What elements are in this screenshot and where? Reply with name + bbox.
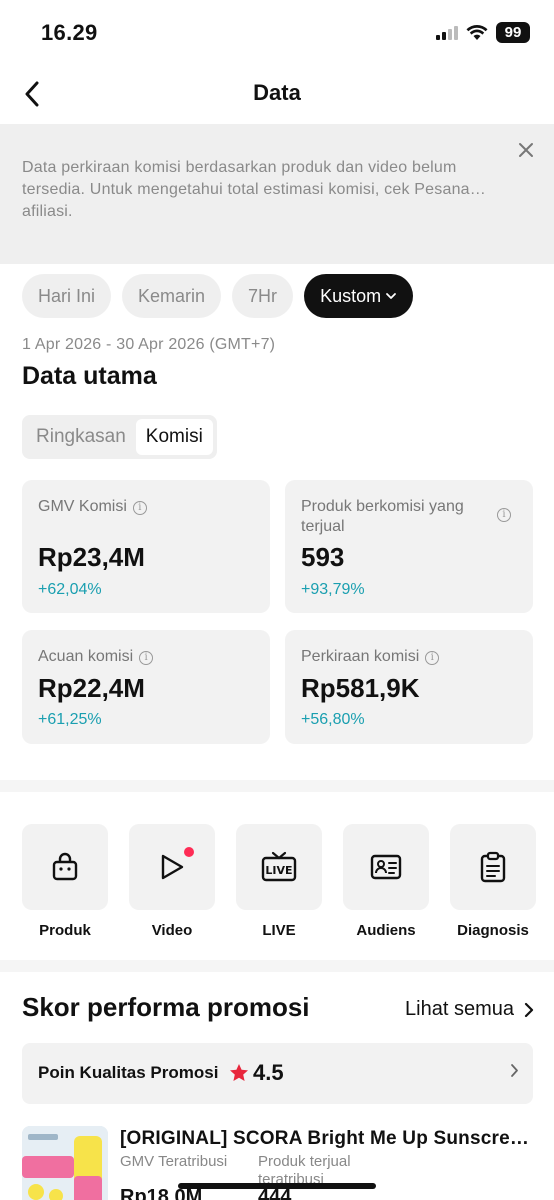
page-title: Data [253, 80, 301, 105]
shopping-bag-icon [52, 852, 78, 881]
metric-value: 593 [301, 542, 345, 572]
notice-banner: Data perkiraan komisi berdasarkan produk… [0, 124, 554, 264]
metric-card-acuan-komisi[interactable]: Acuan komisi i Rp22,4M +61,25% [22, 630, 270, 744]
chip-label: 7Hr [248, 285, 278, 306]
metric-value: Rp581,9K [301, 673, 420, 703]
status-bar: 16.29 99 [0, 0, 554, 64]
status-icons: 99 [436, 22, 530, 43]
notice-text: Data perkiraan komisi berdasarkan produk… [22, 159, 486, 220]
product-metric-label: GMV Teratribusi [120, 1153, 228, 1170]
tool-live[interactable]: LIVE LIVE [236, 824, 322, 939]
metric-label: Perkiraan komisi i [301, 647, 440, 667]
chip-kemarin[interactable]: Kemarin [122, 274, 222, 318]
id-card-icon [370, 854, 402, 880]
promotion-quality-row[interactable]: Poin Kualitas Promosi 4.5 [22, 1043, 533, 1104]
svg-text:LIVE: LIVE [265, 864, 292, 877]
date-range: 1 Apr 2026 - 30 Apr 2026 (GMT+7) [22, 336, 276, 353]
chip-label: Kustom [320, 285, 382, 306]
tool-audiens[interactable]: Audiens [343, 824, 429, 939]
segment-ringkasan[interactable]: Ringkasan [26, 419, 136, 455]
tool-video[interactable]: Video [129, 824, 215, 939]
close-icon [519, 143, 533, 157]
metric-label: Acuan komisi i [38, 647, 154, 667]
metric-card-produk-terjual[interactable]: Produk berkomisi yang terjual i 593 +93,… [285, 480, 533, 613]
info-icon[interactable]: i [132, 501, 147, 515]
play-icon [161, 854, 184, 880]
metric-label: GMV Komisi i [38, 497, 147, 517]
chip-7hr[interactable]: 7Hr [232, 274, 294, 318]
metric-value: Rp23,4M [38, 542, 145, 572]
tool-label: Produk [39, 922, 91, 939]
metric-value: Rp22,4M [38, 673, 145, 703]
chevron-down-icon [385, 292, 397, 300]
metric-change: +61,25% [38, 711, 102, 728]
nav-bar: Data [0, 64, 554, 124]
chip-kustom[interactable]: Kustom [304, 274, 414, 318]
metric-change: +93,79% [301, 581, 365, 598]
tool-diagnosis[interactable]: Diagnosis [450, 824, 536, 939]
chevron-right-icon [511, 1064, 518, 1077]
cellular-signal-icon [436, 25, 458, 40]
battery-icon: 99 [496, 22, 530, 43]
info-icon[interactable]: i [139, 651, 154, 665]
metric-card-perkiraan-komisi[interactable]: Perkiraan komisi i Rp581,9K +56,80% [285, 630, 533, 744]
tool-label: Audiens [356, 922, 416, 939]
metric-label: Produk berkomisi yang terjual [301, 498, 464, 535]
home-indicator[interactable] [178, 1183, 376, 1189]
chevron-right-icon [524, 1002, 534, 1017]
see-all-label: Lihat semua [405, 998, 514, 1020]
chip-hari-ini[interactable]: Hari Ini [22, 274, 112, 318]
tool-label: LIVE [262, 922, 296, 939]
quality-score: 4.5 [253, 1060, 284, 1085]
tool-produk[interactable]: Produk [22, 824, 108, 939]
notice-close-button[interactable] [514, 138, 538, 162]
tool-label: Diagnosis [457, 922, 529, 939]
metric-card-gmv-komisi[interactable]: GMV Komisi i Rp23,4M +62,04% [22, 480, 270, 613]
tool-shortcuts: Produk Video LIVE LIVE Audiens Diagnosis [22, 824, 536, 939]
tool-icon-box [450, 824, 536, 910]
tool-icon-box [22, 824, 108, 910]
product-name: [ORIGINAL] SCORA Bright Me Up Sunscreen… [120, 1128, 530, 1149]
date-filter-chips: Hari Ini Kemarin 7Hr Kustom [22, 274, 414, 318]
status-time: 16.29 [41, 20, 98, 45]
product-thumbnail [22, 1126, 108, 1200]
view-segmented-control: Ringkasan Komisi [22, 415, 217, 459]
section-title-skor-performa: Skor performa promosi [22, 992, 310, 1022]
tool-label: Video [151, 922, 193, 939]
notification-dot [184, 847, 194, 857]
live-tv-icon: LIVE [261, 851, 297, 882]
metric-change: +56,80% [301, 711, 365, 728]
star-icon [230, 1064, 248, 1081]
segment-komisi[interactable]: Komisi [135, 419, 213, 455]
tool-icon-box [343, 824, 429, 910]
info-icon[interactable]: i [497, 508, 511, 522]
see-all-link[interactable]: Lihat semua [405, 998, 534, 1021]
section-title-data-utama: Data utama [22, 362, 157, 390]
quality-label: Poin Kualitas Promosi [38, 1063, 219, 1082]
info-icon[interactable]: i [425, 651, 440, 665]
metric-change: +62,04% [38, 581, 102, 598]
clipboard-icon [480, 851, 506, 883]
wifi-icon [466, 24, 488, 40]
chip-label: Hari Ini [38, 285, 96, 306]
tool-icon-box: LIVE [236, 824, 322, 910]
section-divider [0, 780, 554, 792]
tool-icon-box [129, 824, 215, 910]
chip-label: Kemarin [138, 285, 206, 306]
section-divider [0, 960, 554, 972]
